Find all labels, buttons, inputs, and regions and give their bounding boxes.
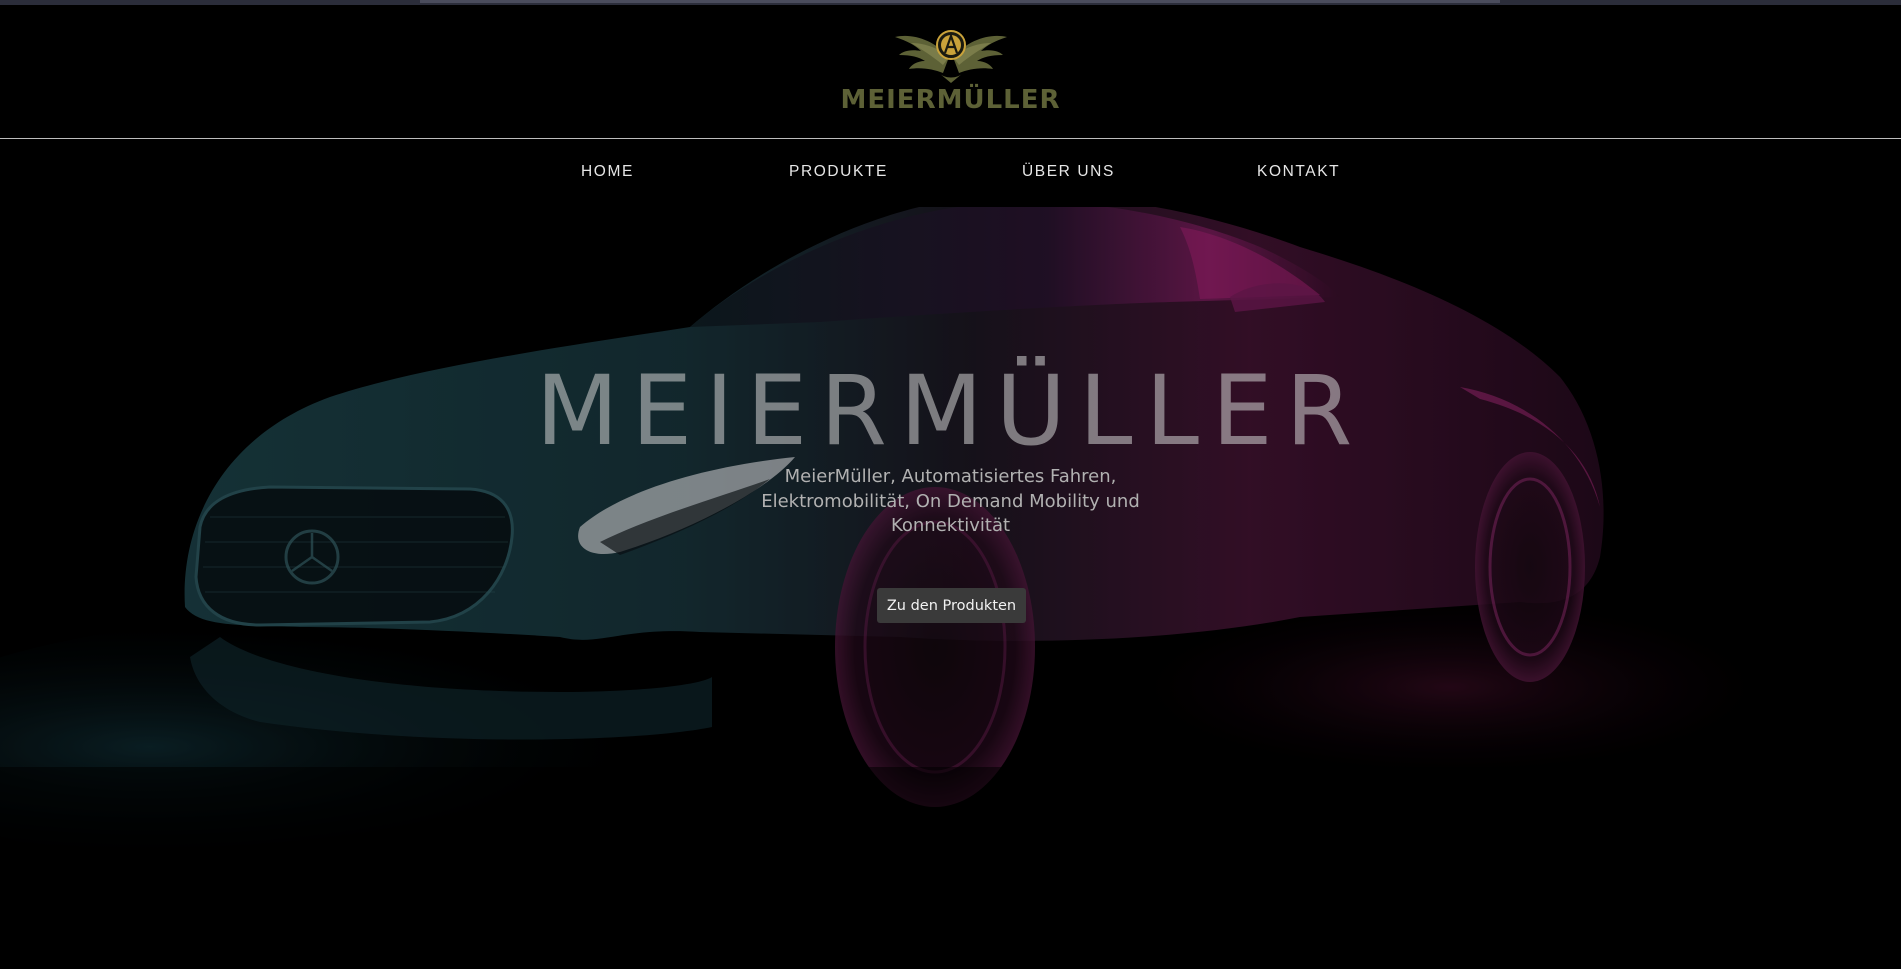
nav-item-produkte[interactable]: PRODUKTE <box>789 163 888 181</box>
nav-item-kontakt[interactable]: KONTAKT <box>1257 163 1340 181</box>
winged-a-emblem-icon <box>895 30 1007 83</box>
nav-item-ueber-uns[interactable]: ÜBER UNS <box>1022 163 1115 181</box>
page: MEIERMÜLLER HOME PRODUKTE ÜBER UNS KONTA… <box>0 0 1901 969</box>
hero-section: MEIERMÜLLER MeierMüller, Automatisiertes… <box>0 207 1901 969</box>
hero-title: MEIERMÜLLER <box>535 355 1366 467</box>
nav-item-home[interactable]: HOME <box>581 163 634 181</box>
products-cta-button[interactable]: Zu den Produkten <box>877 588 1026 623</box>
logo-text: MEIERMÜLLER <box>840 85 1061 115</box>
hero-subtitle: MeierMüller, Automatisiertes Fahren, Ele… <box>761 466 1140 536</box>
browser-top-strip-highlight <box>420 0 1500 3</box>
logo[interactable]: MEIERMÜLLER <box>0 5 1901 138</box>
main-nav: HOME PRODUKTE ÜBER UNS KONTAKT <box>0 139 1901 207</box>
site-header: MEIERMÜLLER <box>0 5 1901 138</box>
